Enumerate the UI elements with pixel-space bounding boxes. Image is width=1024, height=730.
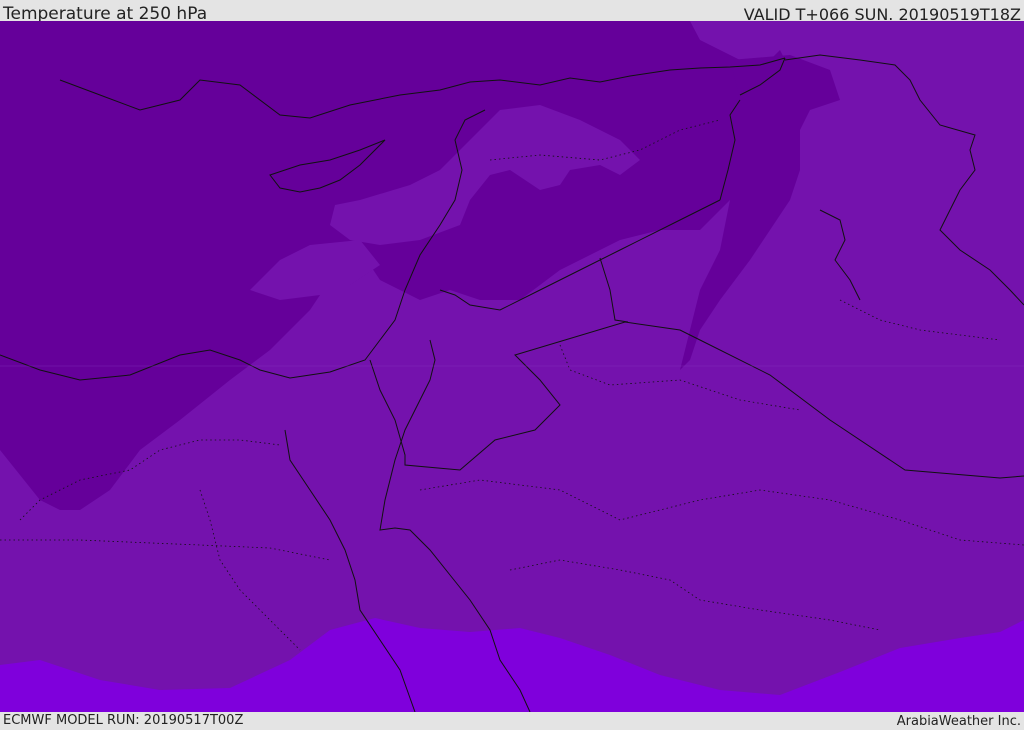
map-header: Temperature at 250 hPa VALID T+066 SUN. … [0, 0, 1024, 24]
map-footer: ECMWF MODEL RUN: 20190517T00Z ArabiaWeat… [0, 712, 1024, 729]
model-run: ECMWF MODEL RUN: 20190517T00Z [3, 713, 244, 728]
credit: ArabiaWeather Inc. [896, 714, 1021, 729]
temperature-map [0, 21, 1024, 712]
